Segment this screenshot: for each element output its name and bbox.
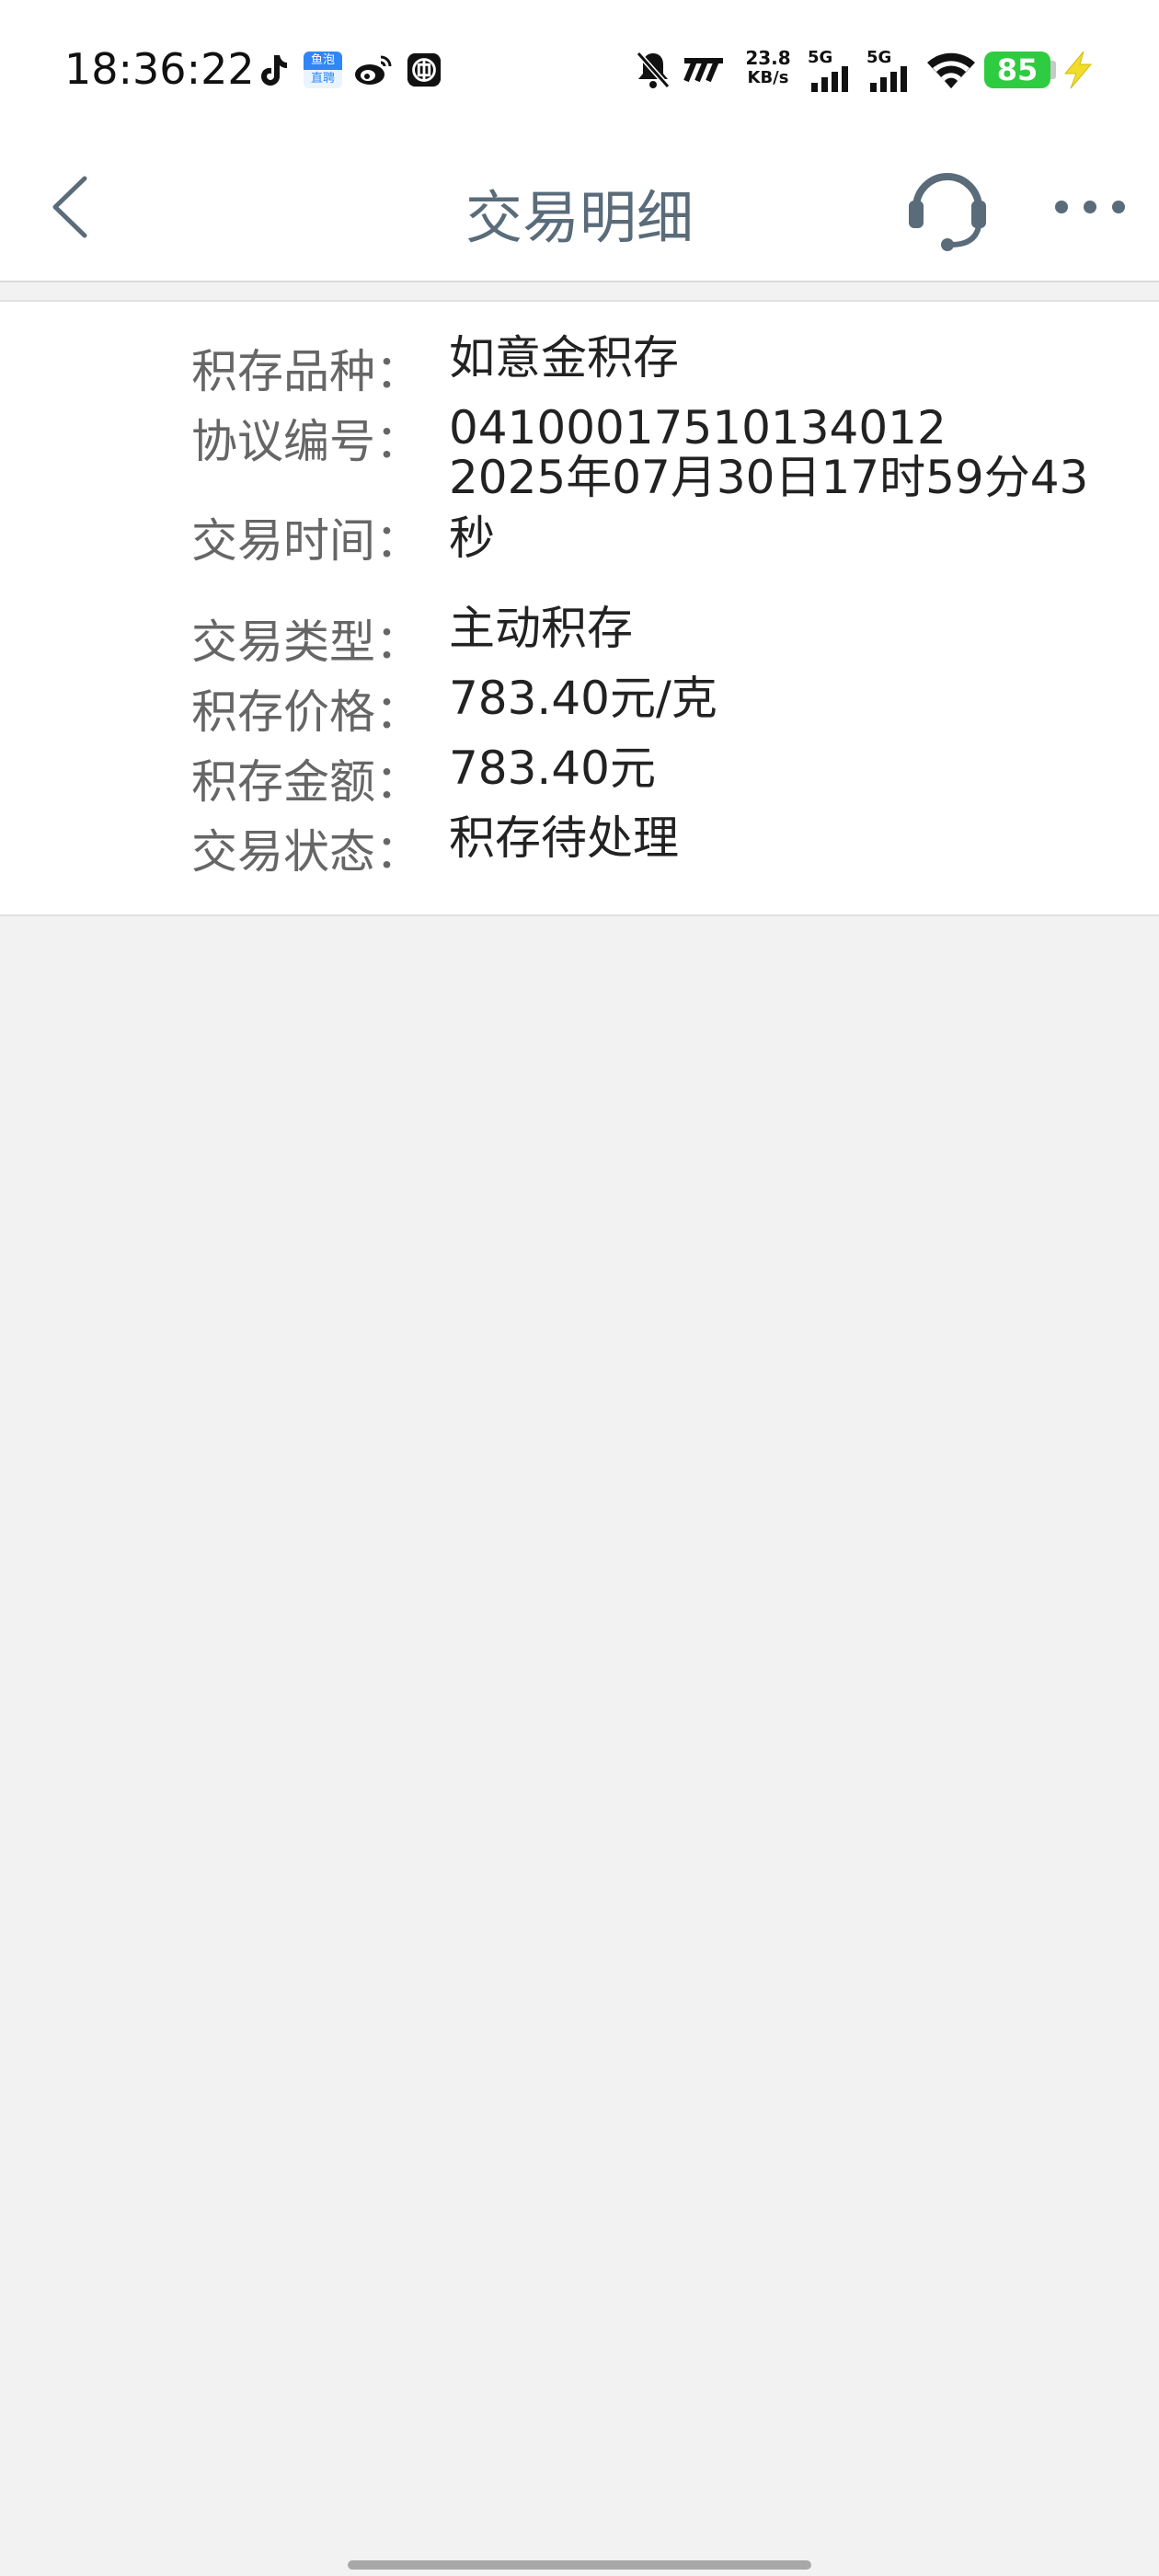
price-label: 积存价格： (191, 685, 421, 739)
nfc-icon (683, 57, 723, 83)
trade-time-value: 2025年07月30日17时59分43秒 (449, 451, 1089, 565)
title-bar: 交易明细 (0, 138, 1159, 282)
status-time: 18:36:22 (64, 44, 255, 94)
trade-type-label: 交易类型： (191, 615, 421, 669)
signal-2-label: 5G (866, 48, 892, 67)
yupao-app-icon: 鱼泡 直聘 (304, 52, 342, 88)
wifi-icon (927, 52, 975, 88)
trade-type-value: 主动积存 (449, 602, 633, 655)
signal-icon: 5G (866, 46, 914, 92)
home-indicator[interactable] (348, 2560, 811, 2570)
trade-time-label: 交易时间： (191, 514, 421, 568)
amount-label: 积存金额： (191, 755, 421, 809)
mute-bell-icon (636, 52, 671, 88)
tiktok-icon (261, 55, 287, 86)
amount-value: 783.40元 (449, 742, 656, 795)
transaction-detail-card: 积存品种： 如意金积存 协议编号： 04100017510134012 交易时间… (0, 300, 1159, 916)
customer-service-button[interactable] (901, 162, 993, 254)
more-button[interactable] (1049, 175, 1131, 239)
signal-icon: 5G (808, 46, 855, 92)
product-label: 积存品种： (191, 345, 421, 398)
agreement-no-label: 协议编号： (191, 415, 421, 468)
status-bar: 18:36:22 鱼泡 直聘 23.8 KB/s 5G 5G 85 (0, 0, 1159, 138)
battery-icon: 85 (984, 52, 1050, 88)
price-value: 783.40元/克 (449, 672, 717, 725)
net-speed-unit: KB/s (747, 68, 789, 87)
battery-tip (1050, 61, 1056, 79)
net-speed: 23.8 KB/s (738, 48, 798, 88)
status-value: 积存待处理 (449, 811, 679, 865)
weibo-icon (355, 55, 392, 85)
more-dots-icon (1055, 201, 1125, 213)
headset-icon (909, 173, 986, 251)
product-value: 如意金积存 (449, 331, 679, 385)
bank-app-icon (407, 52, 442, 87)
signal-1-label: 5G (808, 48, 833, 67)
status-label: 交易状态： (191, 825, 421, 879)
net-speed-value: 23.8 (745, 47, 791, 69)
charging-icon (1063, 51, 1093, 89)
